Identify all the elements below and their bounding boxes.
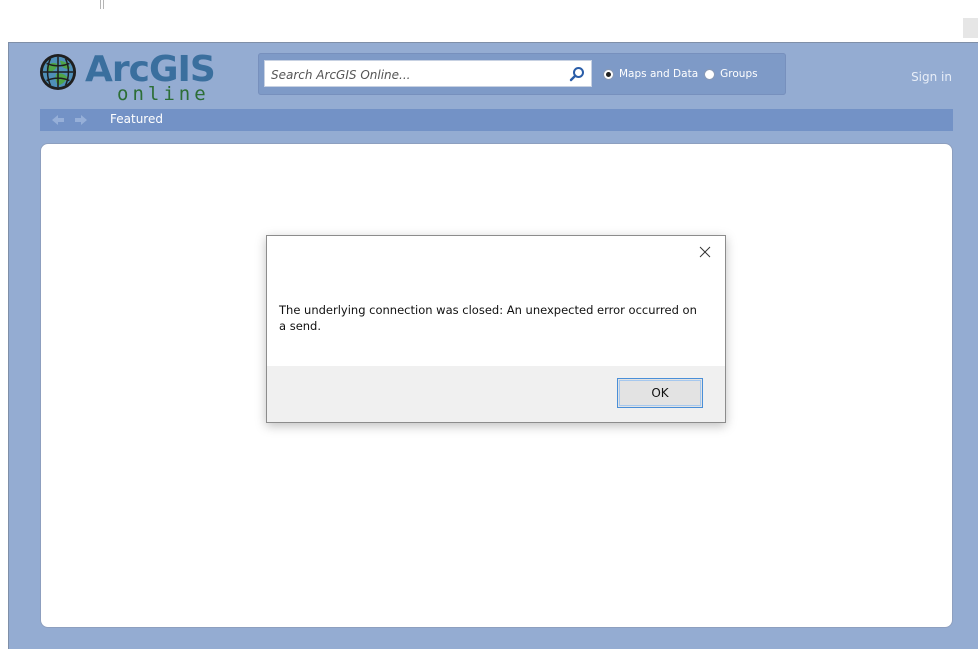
radio-button-unchecked[interactable]: [704, 68, 716, 80]
forward-arrow-icon[interactable]: [74, 113, 88, 127]
search-scope-radio-group: Maps and Data Groups: [603, 65, 764, 83]
error-message: The underlying connection was closed: An…: [279, 303, 697, 333]
arcgis-logo: ArcGIS online: [39, 49, 216, 105]
radio-groups[interactable]: Groups: [704, 68, 758, 80]
search-bar: Maps and Data Groups: [258, 53, 786, 95]
logo-subtext: online: [117, 83, 210, 105]
dialog-footer: OK: [267, 366, 725, 422]
ok-button[interactable]: OK: [617, 378, 703, 408]
background-window-edge: [963, 18, 978, 38]
search-box: [264, 60, 592, 88]
background-tick: [103, 0, 104, 9]
radio-maps-and-data[interactable]: Maps and Data: [603, 68, 698, 80]
sign-in-link[interactable]: Sign in: [911, 70, 952, 84]
radio-label: Groups: [720, 68, 758, 80]
desktop-gap: [0, 0, 978, 42]
search-input[interactable]: [269, 61, 563, 88]
back-arrow-icon[interactable]: [51, 113, 65, 127]
radio-button-checked[interactable]: [603, 68, 614, 80]
background-tick: [100, 0, 101, 9]
radio-label: Maps and Data: [619, 68, 699, 80]
globe-icon: [39, 53, 77, 91]
navigation-bar: Featured: [40, 109, 953, 131]
close-icon[interactable]: [697, 244, 713, 260]
error-dialog: The underlying connection was closed: An…: [266, 235, 726, 423]
search-icon[interactable]: [569, 66, 585, 82]
nav-title: Featured: [110, 112, 163, 126]
